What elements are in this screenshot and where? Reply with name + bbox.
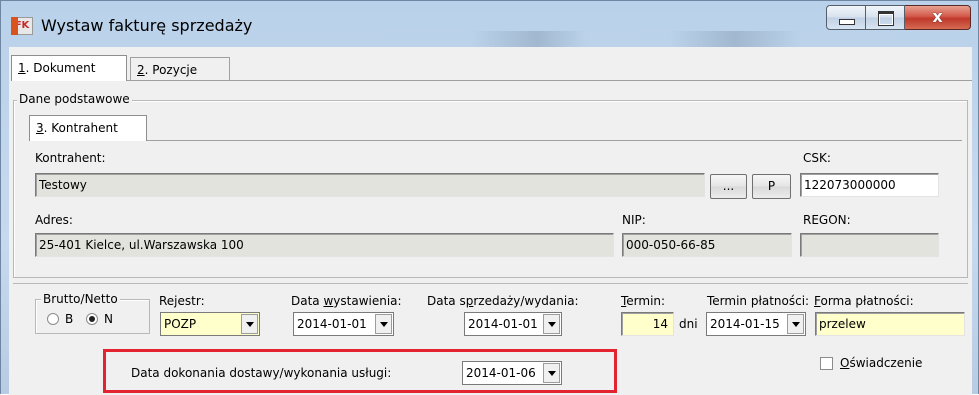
radio-netto-label: N (104, 312, 113, 326)
regon-field[interactable] (800, 233, 939, 257)
title-bar[interactable]: FK Wystaw fakturę sprzedaży x (1, 1, 979, 47)
regon-label: REGON: (803, 213, 851, 227)
data-dokonania-value: 2014-01-06 (466, 366, 536, 380)
contractor-label: Kontrahent: (35, 151, 106, 165)
radio-brutto-label: B (65, 312, 74, 326)
data-dokonania-label: Data dokonania dostawy/wykonania usługi: (131, 366, 392, 380)
data-sprzedazy-label-post: rzedaży/wydania: (473, 294, 579, 308)
rejestr-combo[interactable]: POZP (160, 312, 260, 336)
data-wystawienia-value: 2014-01-01 (297, 317, 367, 331)
tab-dokument-label: . Dokument (25, 61, 96, 75)
data-wystawienia-label: Data wystawienia: (291, 294, 402, 308)
rejestr-value: POZP (164, 317, 197, 331)
termin-platnosci-label: Termin płatności: (707, 294, 810, 308)
p-button[interactable]: P (752, 174, 791, 199)
address-field[interactable]: 25-401 Kielce, ul.Warszawska 100 (35, 233, 614, 257)
termin-days-field[interactable]: 14 (621, 312, 674, 336)
forma-platnosci-label-post: orma płatności: (820, 294, 914, 308)
maximize-icon (878, 11, 894, 26)
chevron-down-icon[interactable] (543, 314, 560, 334)
termin-unit: dni (679, 317, 698, 331)
data-sprzedazy-label-pre: Data s (427, 294, 466, 308)
rejestr-label: Rejestr: (159, 294, 205, 308)
address-label: Adres: (35, 213, 73, 227)
termin-platnosci-combo[interactable]: 2014-01-15 (706, 312, 806, 336)
tab-pozycje[interactable]: 2. Pozycje (130, 57, 230, 81)
data-wystawienia-label-hotkey: w (323, 294, 334, 308)
minimize-button[interactable] (826, 5, 866, 30)
client-area: 1. Dokument 2. Pozycje Dane podstawowe 3… (9, 47, 972, 395)
app-icon[interactable]: FK (11, 17, 33, 35)
data-wystawienia-label-pre: Data (291, 294, 324, 308)
contractor-field[interactable]: Testowy (35, 173, 705, 197)
nip-label: NIP: (622, 213, 646, 227)
data-dokonania-combo[interactable]: 2014-01-06 (462, 361, 562, 385)
chevron-down-icon[interactable] (241, 314, 258, 334)
tab-dokument[interactable]: 1. Dokument (11, 55, 127, 81)
data-sprzedazy-combo[interactable]: 2014-01-01 (464, 312, 562, 336)
chevron-down-icon[interactable] (787, 314, 804, 334)
oswiadczenie-label-post: świadczenie (849, 356, 923, 370)
window-title: Wystaw fakturę sprzedaży (41, 16, 253, 35)
radio-brutto[interactable] (47, 313, 59, 325)
browse-contractor-button[interactable]: ... (710, 174, 747, 199)
forma-platnosci-field[interactable]: przelew (815, 312, 965, 336)
radio-netto[interactable] (86, 313, 98, 325)
subtab-strip-line (147, 140, 962, 141)
oswiadczenie-checkbox[interactable] (820, 357, 833, 370)
csk-field[interactable]: 122073000000 (800, 173, 939, 197)
nip-field[interactable]: 000-050-66-85 (622, 233, 792, 257)
chevron-down-icon[interactable] (543, 363, 560, 383)
close-icon: x (932, 7, 943, 26)
tab-dokument-hotkey: 1 (18, 61, 26, 75)
tab-pozycje-label: . Pozycje (144, 63, 198, 77)
close-button[interactable]: x (905, 5, 971, 30)
tab-pozycje-hotkey: 2 (137, 63, 145, 77)
background-window-ghost (471, 31, 801, 47)
maximize-button[interactable] (866, 5, 905, 30)
data-sprzedazy-label: Data sprzedaży/wydania: (427, 294, 579, 308)
app-window: FK Wystaw fakturę sprzedaży x 1. Dokumen… (0, 0, 979, 395)
minimize-icon (839, 19, 855, 25)
csk-label: CSK: (803, 151, 831, 165)
tab-kontrahent[interactable]: 3. Kontrahent (29, 115, 147, 141)
termin-label: Termin: (621, 294, 665, 308)
basic-data-group-label: Dane podstawowe (17, 92, 132, 106)
tab-kontrahent-hotkey: 3 (36, 121, 44, 135)
tab-strip-line (127, 80, 972, 81)
chevron-down-icon[interactable] (375, 314, 392, 334)
termin-label-post: ermin: (626, 294, 666, 308)
termin-platnosci-value: 2014-01-15 (710, 317, 780, 331)
oswiadczenie-label[interactable]: Oświadczenie (840, 356, 922, 370)
brutto-netto-label: Brutto/Netto (41, 292, 120, 306)
forma-platnosci-label: Forma płatności: (814, 294, 914, 308)
data-wystawienia-label-post: ystawienia: (333, 294, 402, 308)
tab-kontrahent-label: . Kontrahent (43, 121, 118, 135)
data-wystawienia-combo[interactable]: 2014-01-01 (293, 312, 394, 336)
data-sprzedazy-value: 2014-01-01 (468, 317, 538, 331)
